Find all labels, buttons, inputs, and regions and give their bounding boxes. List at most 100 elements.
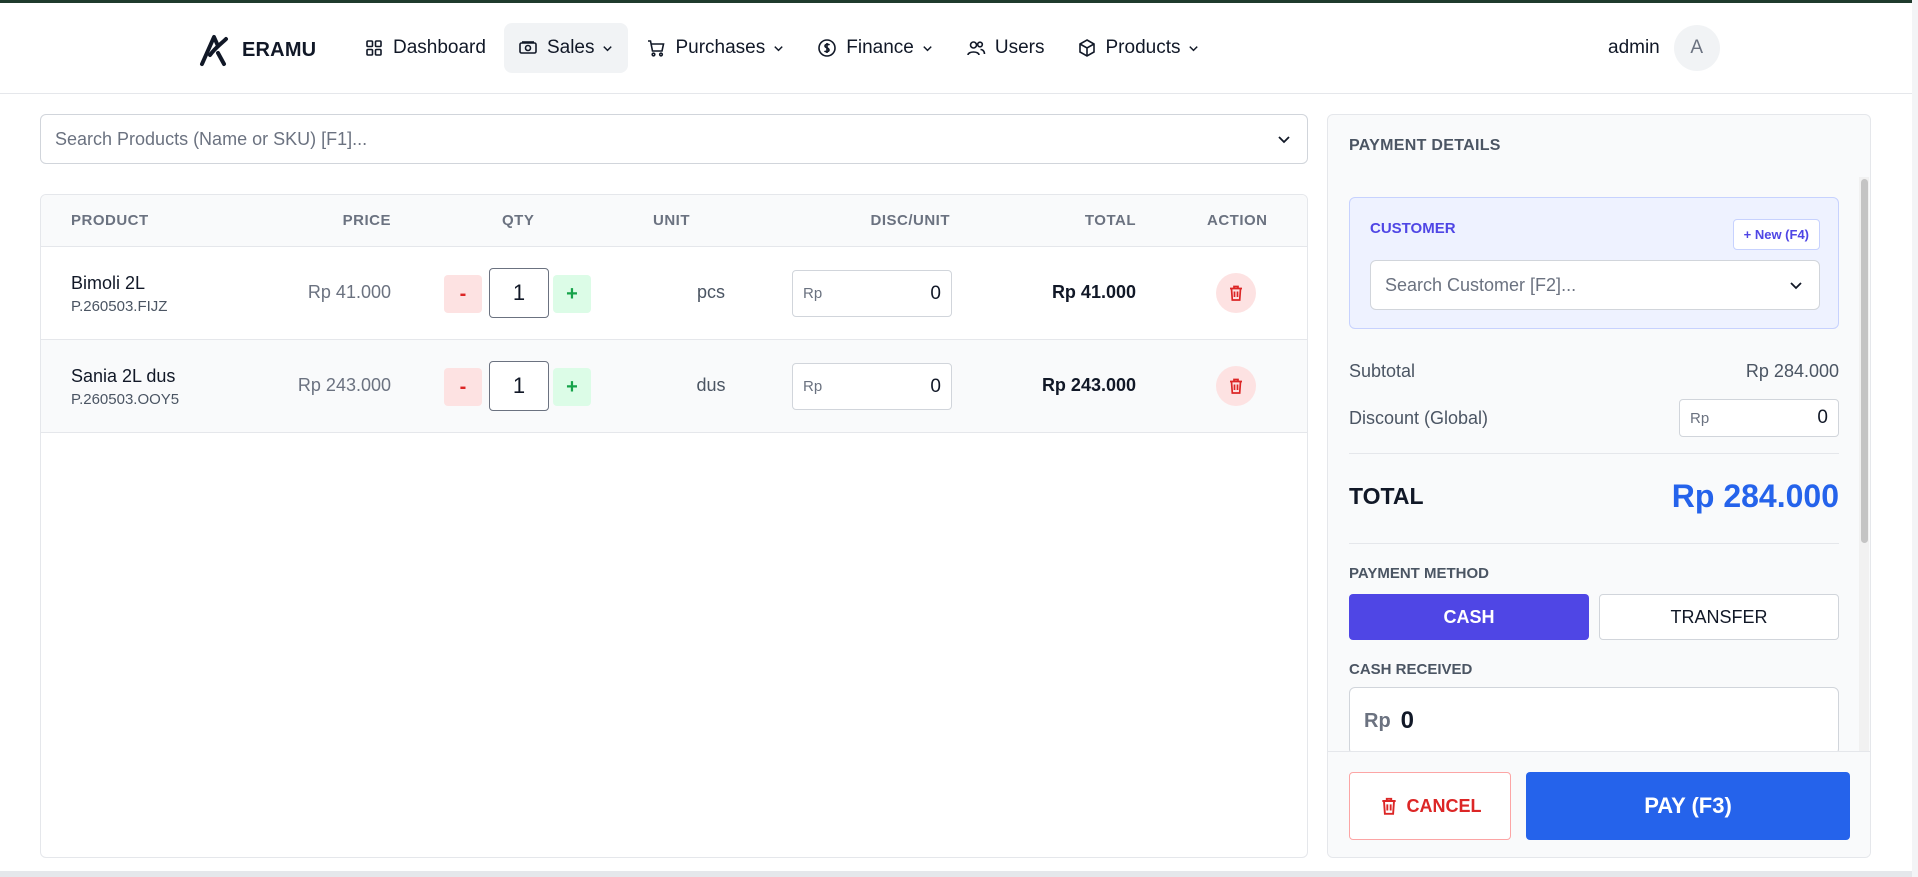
total-row: TOTAL Rp 284.000 [1349,471,1839,521]
subtotal-value: Rp 284.000 [1745,361,1839,381]
chevron-down-icon [923,45,932,51]
nav-label: Finance [846,37,914,58]
qty-decrease-button[interactable]: - [444,275,482,313]
global-discount-value: 0 [1817,407,1828,428]
delete-row-button[interactable] [1216,366,1256,406]
cash-icon [519,41,537,54]
nav-products[interactable]: Products [1063,23,1215,73]
product-sku: P.260503.FIJZ [71,298,168,315]
customer-search-input[interactable]: Search Customer [F2]... [1370,260,1820,310]
cash-received-value: 0 [1400,707,1415,734]
user-name: admin [1608,37,1660,58]
qty-input[interactable]: 1 [489,268,549,318]
chevron-down-icon [774,45,784,51]
cart-icon [648,40,665,57]
nav-sales[interactable]: Sales [503,23,629,73]
product-search-placeholder: Search Products (Name or SKU) [F1]... [55,128,368,149]
product-name: Sania 2L dus [71,366,176,386]
product-name: Bimoli 2L [71,273,146,293]
th-product: PRODUCT [71,212,149,229]
cash-received-label: CASH RECEIVED [1349,661,1473,678]
nav-finance[interactable]: Finance [803,23,948,73]
nav-dashboard[interactable]: Dashboard [350,23,500,73]
cancel-label: CANCEL [1406,795,1482,816]
product-search-input[interactable]: Search Products (Name or SKU) [F1]... [40,114,1308,164]
product-price: Rp 243.000 [297,375,391,395]
th-total: TOTAL [1084,212,1136,229]
table-row: Sania 2L dus P.260503.OOY5 Rp 243.000 - … [41,340,1307,433]
discount-value: 0 [930,282,941,304]
global-discount-input[interactable]: Rp 0 [1679,399,1839,437]
brand[interactable]: ERAMU [198,33,316,67]
divider [1349,453,1839,454]
delete-row-button[interactable] [1216,273,1256,313]
qty-increase-button[interactable]: + [553,368,591,406]
nav-purchases[interactable]: Purchases [632,23,799,73]
payment-title: PAYMENT DETAILS [1349,137,1501,154]
currency-prefix: Rp [1690,409,1710,427]
payment-transfer-button[interactable]: TRANSFER [1599,594,1839,640]
nav-users[interactable]: Users [952,23,1059,73]
nav-label: Users [994,37,1045,58]
trash-icon [1230,378,1242,394]
new-customer-button[interactable]: + New (F4) [1732,219,1820,250]
chevron-down-icon [1189,45,1199,51]
table-header: PRODUCT PRICE QTY UNIT DISC/UNIT TOTAL A… [41,195,1307,247]
subtotal-label: Subtotal [1349,361,1416,381]
divider [1349,543,1839,544]
payment-method-label: PAYMENT METHOD [1349,565,1490,582]
nav-label: Dashboard [393,37,486,58]
payment-cash-button[interactable]: CASH [1349,594,1589,640]
currency-prefix: Rp [803,285,823,302]
qty-decrease-button[interactable]: - [444,368,482,406]
table-row: Bimoli 2L P.260503.FIJZ Rp 41.000 - 1 + … [41,247,1307,340]
total-value: Rp 284.000 [1671,477,1839,514]
cash-received-input[interactable]: Rp 0 [1349,687,1839,755]
th-action: ACTION [1207,212,1268,229]
avatar[interactable]: A [1673,25,1720,71]
product-unit: dus [696,375,726,395]
th-unit: UNIT [653,212,690,229]
grid-icon [366,40,382,56]
product-sku: P.260503.OOY5 [71,391,180,408]
cart-table: PRODUCT PRICE QTY UNIT DISC/UNIT TOTAL A… [40,194,1308,858]
window-scrollbar[interactable] [1912,0,1918,877]
line-total: Rp 243.000 [1041,375,1136,395]
pay-button[interactable]: PAY (F3) [1526,772,1850,840]
discount-value: 0 [930,375,941,397]
dollar-circle-icon [818,39,837,57]
chevron-down-icon[interactable] [1275,130,1293,148]
payment-panel: PAYMENT DETAILS CUSTOMER + New (F4) Sear… [1327,114,1871,858]
page-bottom-edge [0,871,1918,877]
product-price: Rp 41.000 [307,282,391,302]
currency-prefix: Rp [1364,709,1391,732]
th-disc: DISC/UNIT [870,212,950,229]
users-icon [967,41,986,56]
box-icon [1078,39,1095,57]
payment-footer: CANCEL PAY (F3) [1328,751,1870,857]
scrollbar-thumb[interactable] [1861,179,1868,543]
customer-section: CUSTOMER + New (F4) Search Customer [F2]… [1349,197,1839,329]
customer-search-placeholder: Search Customer [F2]... [1385,274,1577,295]
line-total: Rp 41.000 [1051,282,1136,302]
product-unit: pcs [696,282,725,302]
brand-name: ERAMU [242,38,317,61]
qty-input[interactable]: 1 [489,361,549,411]
nav-label: Products [1105,37,1181,58]
qty-increase-button[interactable]: + [553,275,591,313]
trash-icon [1381,797,1396,815]
brand-logo-icon [200,35,228,66]
th-price: PRICE [342,212,391,229]
discount-unit-input[interactable]: Rp 0 [792,270,952,317]
global-discount-label: Discount (Global) [1349,407,1489,428]
discount-unit-input[interactable]: Rp 0 [792,363,952,410]
nav-label: Sales [546,37,595,58]
subtotal-row: Subtotal Rp 284.000 [1349,361,1839,382]
user-menu[interactable]: admin A [1608,25,1720,71]
navbar: ERAMU Dashboard Sales Purchases Finance … [0,3,1912,94]
currency-prefix: Rp [803,378,823,395]
chevron-down-icon [603,45,613,51]
chevron-down-icon[interactable] [1787,276,1805,294]
total-label: TOTAL [1349,482,1424,509]
cancel-button[interactable]: CANCEL [1349,772,1511,840]
